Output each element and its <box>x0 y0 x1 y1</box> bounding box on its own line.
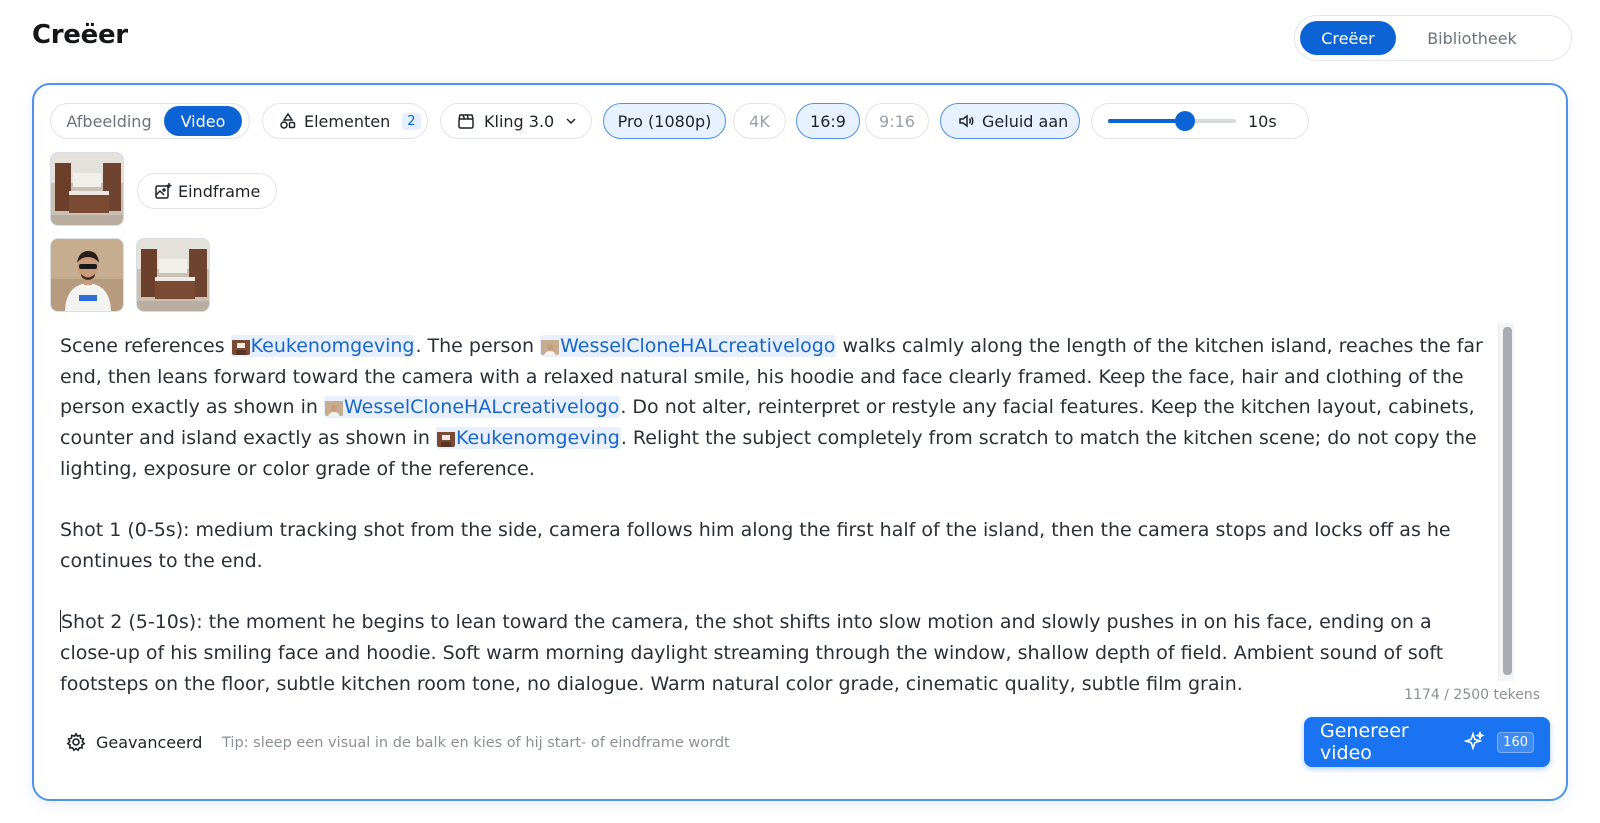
advanced-button[interactable]: Geavanceerd <box>66 732 202 752</box>
prompt-text: . The person <box>415 335 541 357</box>
aspect-16-9-button[interactable]: 16:9 <box>796 103 860 139</box>
duration-value: 10s <box>1248 111 1277 131</box>
tab-video[interactable]: Video <box>164 106 242 136</box>
elements-count-badge: 2 <box>402 112 421 130</box>
model-label: Kling 3.0 <box>484 111 555 131</box>
elements-label: Elementen <box>304 111 391 131</box>
tab-afbeelding[interactable]: Afbeelding <box>54 106 164 136</box>
tip-text: Tip: sleep een visual in de balk en kies… <box>222 735 730 751</box>
model-select[interactable]: Kling 3.0 <box>440 103 592 139</box>
duration-slider-fill <box>1108 119 1185 123</box>
person-mini-icon <box>325 398 343 417</box>
shapes-icon <box>279 112 297 130</box>
sound-toggle[interactable]: Geluid aan <box>940 103 1080 139</box>
quality-pro-button[interactable]: Pro (1080p) <box>603 103 726 139</box>
speaker-icon <box>957 112 975 130</box>
credit-cost-badge: 160 <box>1497 731 1534 753</box>
quality-4k-button[interactable]: 4K <box>733 103 786 139</box>
sound-label: Geluid aan <box>982 111 1069 131</box>
prompt-text: Scene references <box>60 335 231 357</box>
create-panel: Afbeelding Video Elementen 2 Kling 3.0 P… <box>32 83 1568 801</box>
start-frame-thumbnail[interactable] <box>50 152 124 226</box>
prompt-textarea[interactable]: Scene references Keukenomgeving. The per… <box>60 331 1490 730</box>
sparkle-icon <box>1463 731 1485 753</box>
kitchen-mini-icon <box>231 337 250 355</box>
prompt-scrollbar[interactable] <box>1498 323 1514 681</box>
view-toggle: Creëer Bibliotheek <box>1294 15 1572 61</box>
toolbar: Afbeelding Video Elementen 2 Kling 3.0 P… <box>50 103 1550 139</box>
gear-icon <box>66 732 86 752</box>
chevron-down-icon <box>564 114 578 128</box>
image-plus-icon <box>154 182 172 200</box>
mention-person[interactable]: WesselCloneHALcreativelogo <box>540 335 837 357</box>
mode-toggle: Afbeelding Video <box>50 103 250 139</box>
mention-kitchen-label: Keukenomgeving <box>456 427 620 450</box>
mention-person[interactable]: WesselCloneHALcreativelogo <box>324 396 621 419</box>
clapperboard-icon <box>457 112 475 130</box>
aspect-9-16-button[interactable]: 9:16 <box>865 103 929 139</box>
mention-kitchen[interactable]: Keukenomgeving <box>230 335 416 357</box>
duration-slider-control: 10s <box>1091 103 1309 139</box>
tab-bibliotheek[interactable]: Bibliotheek <box>1402 21 1542 55</box>
prompt-paragraph-1: Scene references Keukenomgeving. The per… <box>60 331 1490 485</box>
elements-button[interactable]: Elementen 2 <box>262 103 428 139</box>
advanced-label: Geavanceerd <box>96 732 203 752</box>
end-frame-button[interactable]: Eindframe <box>137 173 278 209</box>
prompt-paragraph-2: Shot 1 (0-5s): medium tracking shot from… <box>60 519 1451 572</box>
generate-video-button[interactable]: Genereer video 160 <box>1304 717 1550 767</box>
prompt-text: Shot 2 (5-10s): the moment he begins to … <box>60 611 1444 695</box>
prompt-paragraph-3: Shot 2 (5-10s): the moment he begins to … <box>60 607 1490 699</box>
tab-creeer[interactable]: Creëer <box>1300 21 1396 55</box>
mention-kitchen[interactable]: Keukenomgeving <box>436 427 621 450</box>
mention-kitchen-label: Keukenomgeving <box>250 335 415 357</box>
scrollbar-thumb[interactable] <box>1503 327 1512 675</box>
duration-slider-handle[interactable] <box>1174 111 1195 131</box>
element-thumbnail-person[interactable] <box>50 238 124 312</box>
end-frame-label: Eindframe <box>178 181 261 201</box>
kitchen-mini-icon <box>437 429 456 448</box>
element-thumbnail-kitchen[interactable] <box>136 238 210 312</box>
mention-person-label: WesselCloneHALcreativelogo <box>344 396 620 419</box>
character-counter: 1174 / 2500 tekens <box>1404 687 1540 703</box>
generate-label: Genereer video <box>1320 720 1409 764</box>
page-title: Creëer <box>32 20 128 50</box>
person-mini-icon <box>541 337 560 355</box>
mention-person-label: WesselCloneHALcreativelogo <box>560 335 836 357</box>
duration-slider[interactable] <box>1108 111 1236 131</box>
